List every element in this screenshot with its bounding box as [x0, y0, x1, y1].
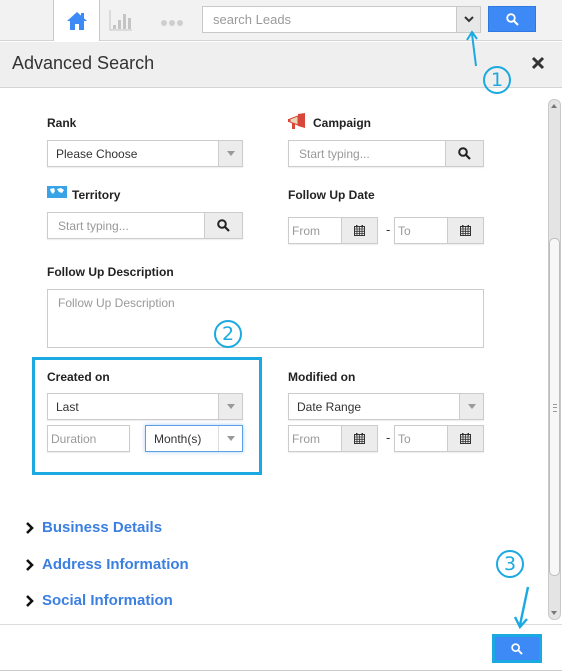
modified-on-to-input[interactable]	[395, 426, 448, 451]
form-scrollbar[interactable]	[548, 99, 561, 620]
annotation-2: 2	[214, 320, 242, 348]
follow-up-date-to-input[interactable]	[395, 218, 448, 243]
calendar-icon	[460, 225, 471, 236]
modified-on-from-calendar-button[interactable]	[341, 426, 377, 451]
created-on-duration-field	[47, 425, 130, 452]
search-icon	[458, 147, 471, 160]
date-range-separator: -	[386, 430, 391, 445]
chevron-right-icon	[26, 521, 34, 534]
scroll-up-icon[interactable]	[551, 104, 557, 108]
home-icon	[66, 11, 87, 30]
chevron-down-icon	[463, 16, 474, 23]
grip-icon	[553, 404, 557, 412]
section-social-information[interactable]: Social Information	[24, 592, 173, 609]
campaign-label: Campaign	[313, 116, 372, 130]
advanced-search-footer	[0, 624, 562, 671]
section-label: Address Information	[42, 556, 189, 573]
nav-reports-tab[interactable]	[109, 9, 133, 31]
follow-up-date-to-calendar-button[interactable]	[447, 218, 483, 243]
nav-more-tab[interactable]	[160, 15, 184, 26]
calendar-icon	[354, 225, 365, 236]
created-on-select[interactable]: Last	[47, 393, 243, 420]
created-on-unit-select[interactable]: Month(s)	[145, 425, 243, 452]
dropdown-caret-icon	[218, 394, 242, 419]
date-range-separator: -	[386, 222, 391, 237]
modified-on-label: Modified on	[288, 370, 356, 384]
modified-on-select-value: Date Range	[297, 400, 362, 414]
bar-chart-icon	[109, 10, 132, 31]
advanced-search-toggle[interactable]	[456, 7, 480, 32]
created-on-unit-value: Month(s)	[154, 432, 202, 446]
modified-on-select[interactable]: Date Range	[288, 393, 484, 420]
section-address-information[interactable]: Address Information	[24, 556, 189, 573]
calendar-icon	[460, 433, 471, 444]
global-search-button[interactable]	[488, 6, 536, 32]
global-search-input[interactable]	[203, 7, 457, 32]
modified-on-from-input[interactable]	[289, 426, 342, 451]
territory-label: Territory	[72, 188, 121, 202]
campaign-field	[288, 140, 484, 167]
advanced-search-form: Rank Please Choose Campaign Territory	[0, 89, 562, 624]
global-search-box	[202, 6, 481, 33]
section-label: Business Details	[42, 519, 163, 536]
more-dots-icon	[161, 20, 183, 26]
nav-home-tab[interactable]	[53, 0, 100, 41]
dropdown-caret-icon	[218, 141, 242, 166]
search-icon	[505, 12, 519, 26]
world-map-icon	[47, 186, 67, 198]
dropdown-caret-icon	[459, 394, 483, 419]
close-button[interactable]	[531, 56, 547, 72]
territory-field	[47, 212, 243, 239]
scrollbar-thumb[interactable]	[549, 238, 560, 576]
modified-on-from-field	[288, 425, 378, 452]
campaign-search-button[interactable]	[445, 141, 483, 166]
close-icon	[531, 56, 545, 70]
territory-search-button[interactable]	[204, 213, 242, 238]
modified-on-to-field	[394, 425, 484, 452]
panel-title: Advanced Search	[12, 53, 155, 73]
follow-up-date-from-calendar-button[interactable]	[341, 218, 377, 243]
territory-input[interactable]	[48, 213, 204, 238]
section-label: Social Information	[42, 592, 173, 609]
created-on-select-value: Last	[56, 400, 79, 414]
scroll-down-icon[interactable]	[551, 611, 557, 615]
annotation-3: 3	[496, 550, 524, 578]
annotation-1: 1	[483, 66, 511, 94]
follow-up-date-from-input[interactable]	[289, 218, 342, 243]
created-on-duration-input[interactable]	[48, 426, 129, 451]
created-on-label: Created on	[47, 370, 110, 384]
search-icon	[511, 642, 523, 655]
rank-label: Rank	[47, 116, 77, 130]
megaphone-icon	[288, 113, 305, 129]
follow-up-date-from-field	[288, 217, 378, 244]
annotation-arrow-icon	[513, 586, 530, 630]
calendar-icon	[354, 433, 365, 444]
follow-up-date-label: Follow Up Date	[288, 188, 375, 202]
chevron-right-icon	[26, 594, 34, 607]
rank-select[interactable]: Please Choose	[47, 140, 243, 167]
apply-search-button[interactable]	[492, 634, 542, 663]
rank-select-value: Please Choose	[56, 147, 138, 161]
follow-up-description-textarea[interactable]	[47, 289, 484, 348]
chevron-right-icon	[26, 558, 34, 571]
annotation-arrow-icon	[466, 30, 478, 67]
section-business-details[interactable]: Business Details	[24, 519, 162, 536]
follow-up-date-to-field	[394, 217, 484, 244]
modified-on-to-calendar-button[interactable]	[447, 426, 483, 451]
search-icon	[217, 219, 230, 232]
campaign-input[interactable]	[289, 141, 445, 166]
dropdown-caret-icon	[218, 426, 242, 451]
follow-up-description-label: Follow Up Description	[47, 265, 174, 279]
